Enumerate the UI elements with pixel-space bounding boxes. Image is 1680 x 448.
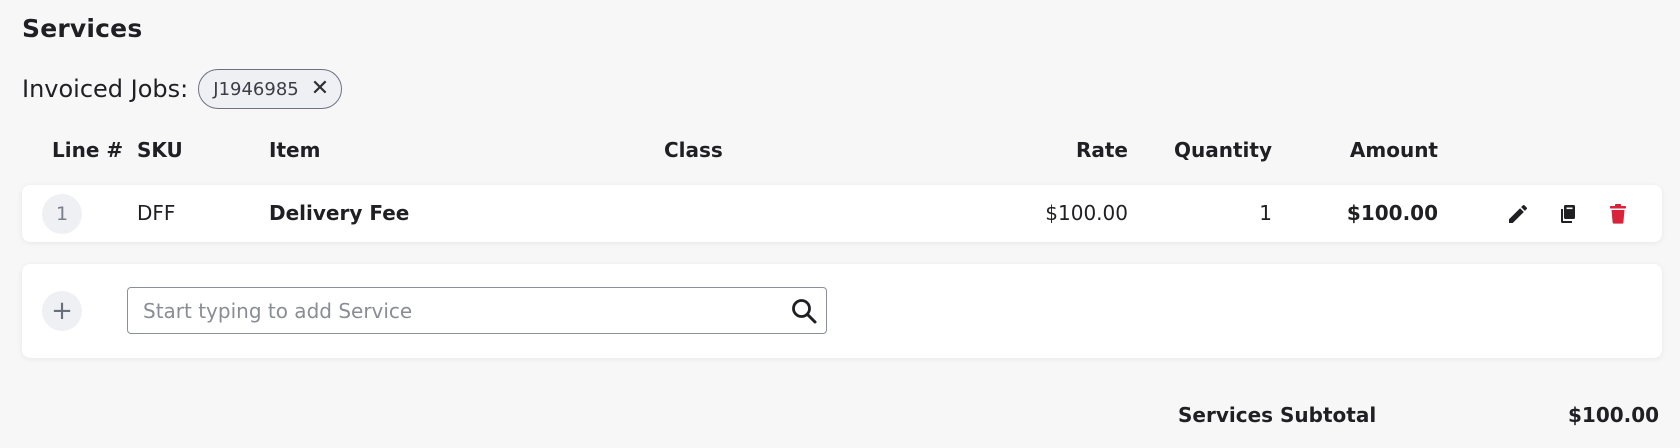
row-sku: DFF xyxy=(137,201,176,225)
subtotal-label: Services Subtotal xyxy=(1178,403,1377,427)
search-icon[interactable] xyxy=(790,297,818,325)
invoiced-jobs-label: Invoiced Jobs: xyxy=(22,75,189,103)
row-amount: $100.00 xyxy=(1346,201,1438,225)
invoiced-jobs-row: Invoiced Jobs: J1946985 ✕ xyxy=(22,68,343,110)
table-header: Line # SKU Item Class Rate Quantity Amou… xyxy=(22,138,1662,166)
section-title: Services xyxy=(22,14,143,43)
add-service-panel: + xyxy=(22,264,1662,358)
copy-icon[interactable] xyxy=(1554,200,1582,228)
subtotal-value: $100.00 xyxy=(1568,403,1660,427)
plus-icon: + xyxy=(51,296,73,326)
add-line-button[interactable]: + xyxy=(42,291,82,331)
table-row: 1 DFF Delivery Fee $100.00 1 $100.00 xyxy=(22,185,1662,242)
header-quantity: Quantity xyxy=(1174,138,1272,162)
header-rate: Rate xyxy=(1075,138,1128,162)
header-line-number: Line # xyxy=(52,138,124,162)
job-chip-label: J1946985 xyxy=(213,78,299,100)
row-rate: $100.00 xyxy=(1045,201,1128,225)
row-quantity: 1 xyxy=(1259,201,1272,225)
header-class: Class xyxy=(664,138,723,162)
services-section: Services Invoiced Jobs: J1946985 ✕ Line … xyxy=(0,0,1680,448)
header-item: Item xyxy=(269,138,321,162)
line-number-badge: 1 xyxy=(42,194,82,234)
service-search-box[interactable] xyxy=(127,287,827,334)
header-sku: SKU xyxy=(137,138,183,162)
service-search-input[interactable] xyxy=(128,288,826,333)
header-amount: Amount xyxy=(1349,138,1438,162)
remove-job-icon[interactable]: ✕ xyxy=(311,78,329,100)
pencil-icon[interactable] xyxy=(1504,200,1532,228)
row-item: Delivery Fee xyxy=(269,201,410,225)
job-chip[interactable]: J1946985 ✕ xyxy=(198,69,343,109)
trash-icon[interactable] xyxy=(1604,200,1632,228)
